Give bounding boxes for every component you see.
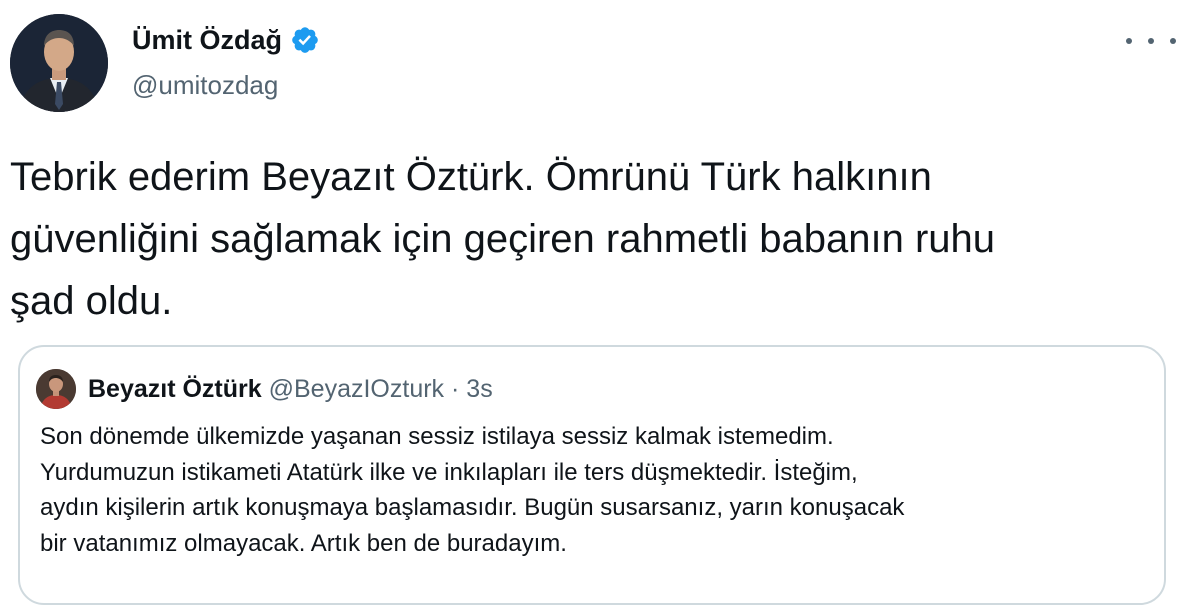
author-avatar[interactable] [10, 14, 108, 112]
quoted-tweet-time[interactable]: 3s [466, 375, 492, 403]
more-dot [1126, 38, 1132, 44]
author-avatar-image [10, 14, 108, 112]
more-dot [1170, 38, 1176, 44]
more-options-icon[interactable] [1126, 26, 1176, 56]
tweet: Ümit Özdağ @umitozdag Tebrik ederim Beya… [0, 0, 1200, 605]
tweet-text: Tebrik ederim Beyazıt Öztürk. Ömrünü Tür… [10, 155, 996, 323]
quoted-tweet-text: Son dönemde ülkemizde yaşanan sessiz ist… [40, 423, 905, 557]
quoted-author-avatar[interactable] [36, 369, 76, 409]
more-dot [1148, 38, 1154, 44]
quoted-avatar-image [36, 369, 76, 409]
quoted-author-handle[interactable]: @BeyazIOzturk [269, 375, 444, 403]
author-name[interactable]: Ümit Özdağ [132, 22, 282, 58]
quoted-tweet-header: Beyazıt Öztürk @BeyazIOzturk · 3s [88, 371, 493, 407]
separator-dot: · [451, 375, 460, 403]
verified-badge-icon [290, 25, 320, 55]
quoted-author-name[interactable]: Beyazıt Öztürk [88, 375, 262, 403]
author-handle[interactable]: @umitozdag [132, 68, 278, 102]
quoted-tweet[interactable]: Beyazıt Öztürk @BeyazIOzturk · 3s Son dö… [18, 345, 1166, 605]
author-name-row[interactable]: Ümit Özdağ [132, 22, 320, 58]
